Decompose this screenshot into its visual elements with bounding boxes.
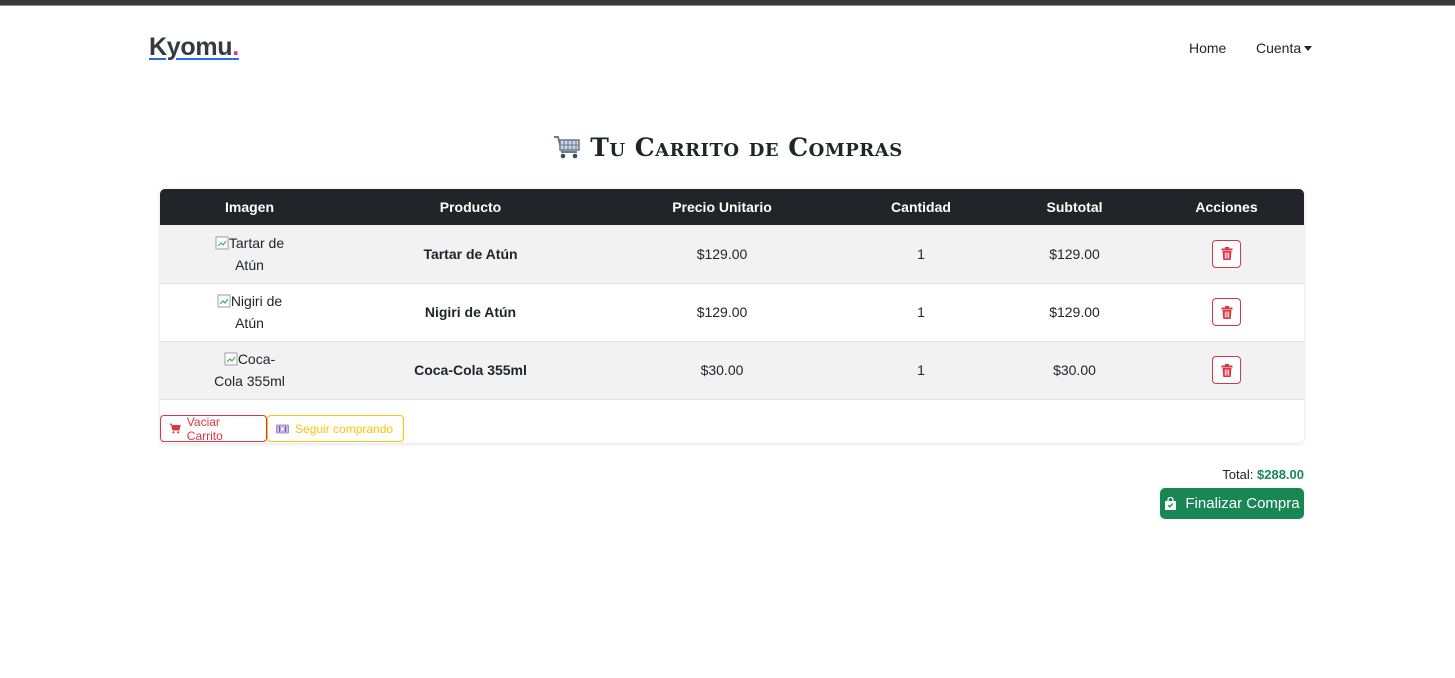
product-image-alt: Nigiri de Atún (230, 293, 283, 331)
caret-down-icon (1304, 46, 1313, 51)
product-image: Coca-Cola 355ml (213, 348, 287, 392)
delete-item-button[interactable] (1212, 298, 1241, 326)
row-product: Tartar de Atún (423, 245, 518, 262)
cart-icon (169, 423, 181, 434)
shopping-bag-icon (1165, 496, 1177, 510)
broken-image-icon (224, 352, 238, 366)
row-unit-price: $129.00 (696, 304, 748, 320)
nav-account-label: Cuenta (1256, 40, 1302, 56)
row-actions-cell (1149, 341, 1304, 399)
trash-icon (1221, 363, 1232, 377)
continue-shopping-button[interactable]: Seguir comprando (267, 415, 404, 442)
shopping-cart-icon (554, 136, 580, 159)
checkout-button[interactable]: Finalizar Compra (1160, 488, 1304, 519)
table-row: Tartar de Atún Tartar de Atún $129.00 1 … (160, 225, 1304, 283)
product-image: Tartar de Atún (213, 232, 287, 276)
header-product: Producto (439, 199, 502, 215)
brand-name: Kyomu (149, 33, 233, 61)
header-unit-price: Precio Unitario (672, 199, 772, 215)
page-title-wrap: Tu Carrito de Compras (0, 132, 1455, 166)
row-unit-price: $30.00 (700, 362, 744, 378)
row-subtotal: $30.00 (1053, 362, 1096, 378)
table-row: Nigiri de Atún Nigiri de Atún $129.00 1 … (160, 283, 1304, 341)
brand-logo[interactable]: Kyomu. (149, 31, 239, 63)
row-actions-cell (1149, 283, 1304, 341)
continue-shopping-label: Seguir comprando (295, 421, 394, 436)
table-row: Coca-Cola 355ml Coca-Cola 355ml $30.00 1… (160, 341, 1304, 399)
row-image-cell: Coca-Cola 355ml (160, 341, 339, 399)
row-unit-price: $129.00 (696, 245, 748, 262)
cart-total: Total: $288.00 (1222, 467, 1304, 482)
header-image: Imagen (224, 199, 274, 215)
checkout-label: Finalizar Compra (1185, 495, 1300, 512)
cart-card: Imagen Producto Precio Unitario Cantidad… (160, 189, 1304, 443)
row-quantity: 1 (917, 304, 925, 320)
trash-icon (1221, 305, 1232, 319)
trash-icon (1221, 247, 1232, 261)
row-quantity: 1 (917, 245, 925, 262)
row-subtotal: $129.00 (1049, 304, 1100, 320)
header-actions: Acciones (1195, 199, 1258, 215)
row-image-cell: Tartar de Atún (160, 225, 339, 283)
delete-item-button[interactable] (1212, 356, 1241, 384)
row-product: Nigiri de Atún (424, 304, 517, 320)
empty-cart-button[interactable]: Vaciar Carrito (160, 414, 267, 443)
cart-actions: Vaciar Carrito Seguir comprando (160, 414, 404, 443)
nav-account-dropdown[interactable]: Cuenta (1256, 40, 1313, 56)
header-subtotal: Subtotal (1046, 199, 1103, 215)
delete-item-button[interactable] (1212, 239, 1241, 268)
header-quantity: Cantidad (891, 199, 951, 215)
utensils-icon (276, 424, 289, 434)
total-value: $288.00 (1257, 467, 1304, 482)
empty-cart-label: Vaciar Carrito (186, 414, 223, 443)
page-title: Tu Carrito de Compras (552, 132, 902, 162)
total-label: Total: (1222, 467, 1254, 482)
product-image: Nigiri de Atún (213, 290, 287, 334)
broken-image-icon (217, 294, 231, 308)
brand-dot: . (232, 33, 239, 61)
row-quantity: 1 (917, 362, 925, 378)
page-title-text: Tu Carrito de Compras (590, 132, 903, 162)
row-product: Coca-Cola 355ml (414, 362, 527, 378)
cart-table: Imagen Producto Precio Unitario Cantidad… (160, 189, 1304, 400)
row-image-cell: Nigiri de Atún (160, 283, 339, 341)
product-image-alt: Tartar de Atún (228, 234, 285, 273)
navbar: Kyomu. (0, 6, 1455, 90)
nav-home-link[interactable]: Home (1189, 40, 1226, 56)
broken-image-icon (215, 236, 229, 250)
row-subtotal: $129.00 (1049, 245, 1100, 262)
row-actions-cell (1149, 225, 1304, 283)
table-header-row: Imagen Producto Precio Unitario Cantidad… (160, 189, 1304, 225)
